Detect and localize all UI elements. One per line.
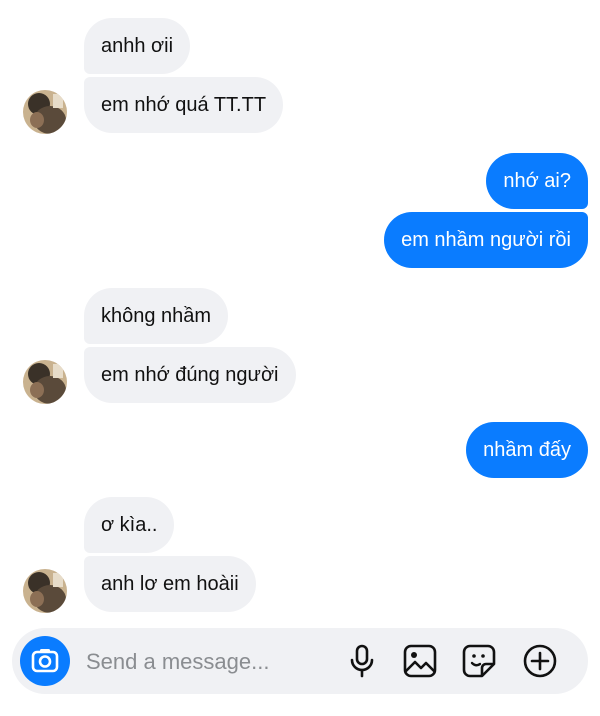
more-options-button[interactable] [522,643,558,679]
gallery-button[interactable] [402,643,438,679]
sticker-icon [462,644,496,678]
incoming-message-bubble[interactable]: ơ kìa.. [84,497,175,553]
microphone-icon [350,644,374,678]
outgoing-message-bubble[interactable]: em nhầm người rồi [384,212,588,268]
outgoing-message-bubble[interactable]: nhầm đấy [466,422,588,478]
gallery-icon [403,644,437,678]
contact-avatar[interactable] [23,90,67,134]
plus-circle-icon [523,644,557,678]
microphone-button[interactable] [344,643,380,679]
camera-icon [31,649,59,673]
sticker-button[interactable] [461,643,497,679]
message-composer [12,628,588,694]
incoming-message-bubble[interactable]: anhh ơii [84,18,191,74]
message-input[interactable] [84,641,338,683]
camera-button[interactable] [20,636,70,686]
contact-avatar[interactable] [23,360,67,404]
incoming-message-bubble[interactable]: anh lơ em hoàii [84,556,256,612]
incoming-message-bubble[interactable]: không nhầm [84,288,229,344]
incoming-message-bubble[interactable]: em nhớ đúng người [84,347,296,403]
contact-avatar[interactable] [23,569,67,613]
outgoing-message-bubble[interactable]: nhớ ai? [486,153,588,209]
incoming-message-bubble[interactable]: em nhớ quá TT.TT [84,77,284,133]
